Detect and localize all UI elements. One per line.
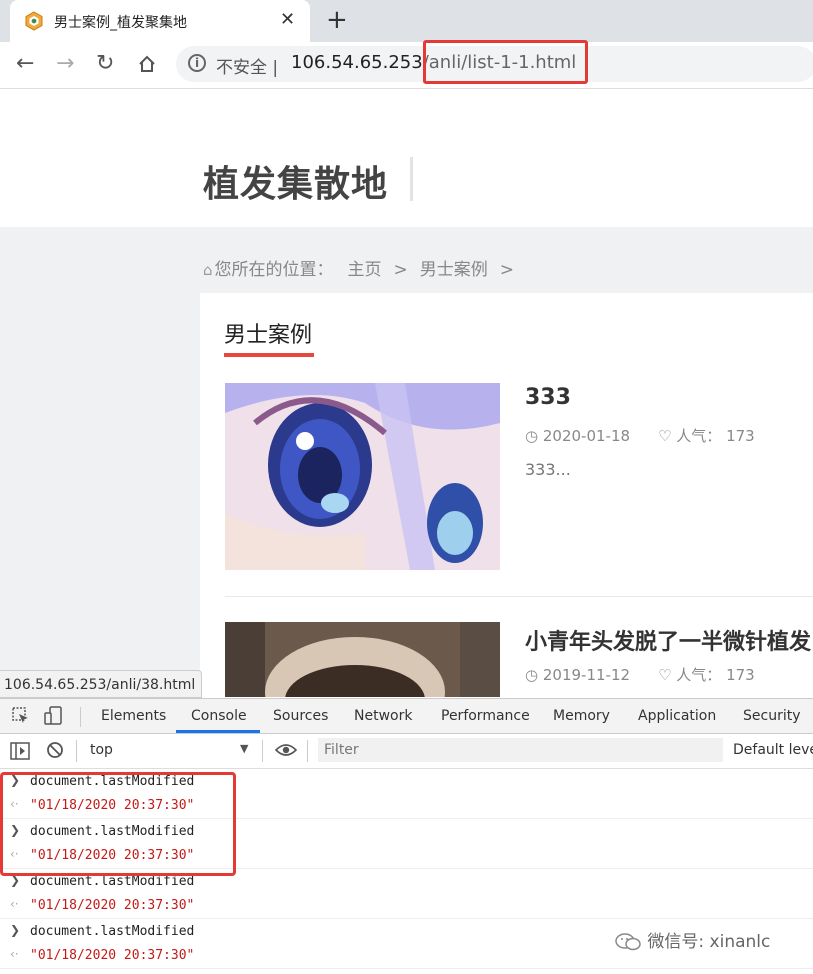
heart-icon: ♡	[658, 427, 672, 445]
popularity-count: 173	[726, 666, 755, 684]
hair-photo-image	[225, 622, 500, 697]
house-icon: ⌂	[203, 261, 213, 279]
tab-console[interactable]: Console	[191, 708, 247, 724]
browser-toolbar: ← → ↻ i 不安全 | 106.54.65.253/anli/list-1-…	[0, 42, 813, 89]
browser-tab[interactable]: 男士案例_植发聚集地 ✕	[10, 0, 310, 42]
input-prompt-icon: ❯	[10, 923, 21, 937]
clear-console-icon[interactable]	[46, 741, 64, 759]
inspect-element-icon[interactable]	[12, 707, 30, 725]
wechat-watermark: 微信号: xinanlc	[614, 927, 770, 952]
popularity-label: 人气：	[676, 427, 722, 445]
dropdown-arrow-icon[interactable]: ▼	[240, 742, 248, 755]
active-tab-indicator	[176, 730, 260, 733]
site-logo-text[interactable]: 植发集散地	[203, 155, 388, 207]
section-title: 男士案例	[224, 323, 313, 348]
tab-performance[interactable]: Performance	[441, 708, 530, 724]
header-divider	[410, 157, 413, 201]
popularity-count: 173	[726, 427, 755, 445]
console-output: "01/18/2020 20:37:30"	[30, 898, 195, 913]
reload-icon[interactable]: ↻	[96, 52, 114, 76]
security-indicator[interactable]: 不安全 |	[216, 53, 278, 78]
toolbar-separator	[262, 740, 263, 762]
back-arrow-icon[interactable]: ←	[16, 52, 34, 76]
breadcrumb-category[interactable]: 男士案例	[420, 260, 488, 280]
new-tab-button[interactable]: +	[326, 6, 348, 34]
section-title-underline	[224, 353, 314, 357]
device-toolbar-icon[interactable]	[44, 706, 64, 726]
article-meta: ◷ 2019-11-12 ♡ 人气： 173	[525, 664, 755, 685]
clock-icon: ◷	[525, 427, 539, 445]
article-meta: ◷ 2020-01-18 ♡ 人气： 173	[525, 425, 755, 446]
tab-application[interactable]: Application	[638, 708, 716, 724]
filter-input[interactable]: Filter	[318, 738, 723, 762]
context-select[interactable]: top	[90, 742, 113, 758]
sidebar-toggle-icon[interactable]	[10, 742, 30, 760]
tab-network[interactable]: Network	[354, 708, 412, 724]
site-header: 植发集散地	[0, 89, 813, 227]
annotation-box-console	[0, 772, 236, 876]
console-input: document.lastModified	[30, 924, 195, 939]
output-prompt-icon: ‹·	[10, 947, 19, 961]
article-thumbnail[interactable]	[225, 383, 500, 570]
article-title[interactable]: 小青年头发脱了一半微针植发	[525, 624, 811, 656]
toolbar-separator	[80, 707, 81, 727]
breadcrumb-separator: >	[499, 260, 515, 280]
output-prompt-icon: ‹·	[10, 897, 19, 911]
article-excerpt: 333...	[525, 460, 571, 479]
tab-strip: 男士案例_植发聚集地 ✕ +	[0, 0, 813, 42]
toolbar-separator	[307, 740, 308, 762]
eye-icon[interactable]	[275, 743, 297, 757]
anime-eyes-image	[225, 383, 500, 570]
tab-memory[interactable]: Memory	[553, 708, 610, 724]
breadcrumb-prefix: 您所在的位置：	[214, 260, 334, 280]
console-output: "01/18/2020 20:37:30"	[30, 948, 195, 963]
tab-elements[interactable]: Elements	[101, 708, 166, 724]
breadcrumb: ⌂ 您所在的位置： 主页 > 男士案例 >	[203, 255, 526, 280]
wechat-icon	[615, 933, 641, 951]
heart-icon: ♡	[658, 666, 672, 684]
tab-close-icon[interactable]: ✕	[280, 9, 295, 30]
site-favicon-icon	[25, 11, 43, 31]
breadcrumb-separator: >	[393, 260, 408, 280]
page-body: ⌂ 您所在的位置： 主页 > 男士案例 > 男士案例 333 ◷ 2020-01…	[0, 227, 813, 697]
devtools-tabbar: Elements Console Sources Network Perform…	[0, 698, 813, 734]
clock-icon: ◷	[525, 666, 539, 684]
popularity-label: 人气：	[676, 666, 722, 684]
article-list-panel: 男士案例 333 ◷ 2020-01-18 ♡ 人气： 173 333... 小…	[200, 293, 813, 697]
forward-arrow-icon[interactable]: →	[56, 52, 74, 76]
breadcrumb-home[interactable]: 主页	[348, 260, 382, 280]
tab-title: 男士案例_植发聚集地	[54, 15, 187, 31]
watermark-text: 微信号: xinanlc	[647, 932, 771, 952]
console-output-row: ‹· "01/18/2020 20:37:30"	[0, 893, 813, 918]
status-bar-link: 106.54.65.253/anli/38.html	[0, 670, 203, 698]
toolbar-separator	[76, 740, 77, 762]
tab-security[interactable]: Security	[743, 708, 801, 724]
article-date: 2020-01-18	[542, 427, 631, 445]
home-icon[interactable]	[137, 54, 157, 74]
log-levels-select[interactable]: Default leve	[733, 742, 813, 758]
info-icon[interactable]: i	[188, 54, 206, 72]
console-toolbar: top ▼ Filter Default leve	[0, 734, 813, 769]
console-input: document.lastModified	[30, 874, 195, 889]
article-title[interactable]: 333	[525, 385, 571, 410]
tab-sources[interactable]: Sources	[273, 708, 328, 724]
row-divider	[0, 968, 813, 969]
annotation-box-url	[423, 40, 588, 84]
article-thumbnail[interactable]	[225, 622, 500, 697]
article-divider	[225, 596, 813, 597]
article-date: 2019-11-12	[542, 666, 631, 684]
